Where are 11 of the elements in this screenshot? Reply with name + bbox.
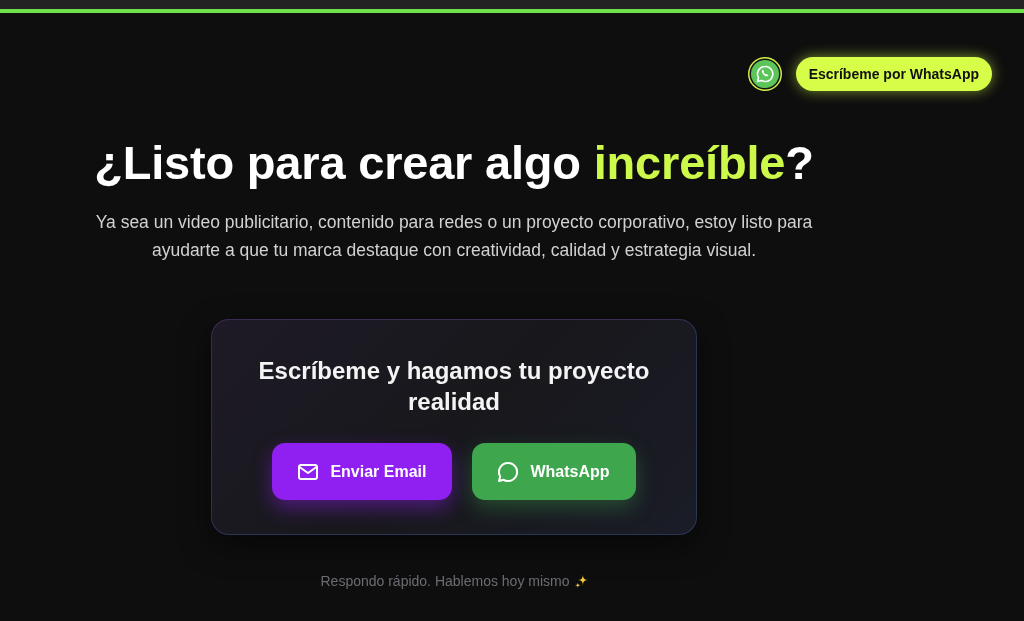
phone-chat-icon[interactable] xyxy=(747,57,782,91)
footer-note: Respondo rápido. Hablemos hoy mismo xyxy=(320,572,570,591)
headline: ¿Listo para crear algo increíble? xyxy=(94,135,814,191)
whatsapp-cta-button[interactable]: Escríbeme por WhatsApp xyxy=(795,57,992,91)
email-button[interactable]: Enviar Email xyxy=(272,443,453,500)
whatsapp-button[interactable]: WhatsApp xyxy=(472,443,636,500)
sparkle-icon xyxy=(574,574,588,588)
chat-bubble-icon xyxy=(498,461,519,482)
description-text: Ya sea un video publicitario, contenido para redes o un proyecto corporativo, estoy listo para ayudarte a que tu marca destaque con creatividad, calidad y estrategia visual. xyxy=(94,211,814,262)
card-title: Escríbeme y hagamos tu proyecto realidad xyxy=(257,356,651,417)
mail-icon xyxy=(298,463,319,480)
